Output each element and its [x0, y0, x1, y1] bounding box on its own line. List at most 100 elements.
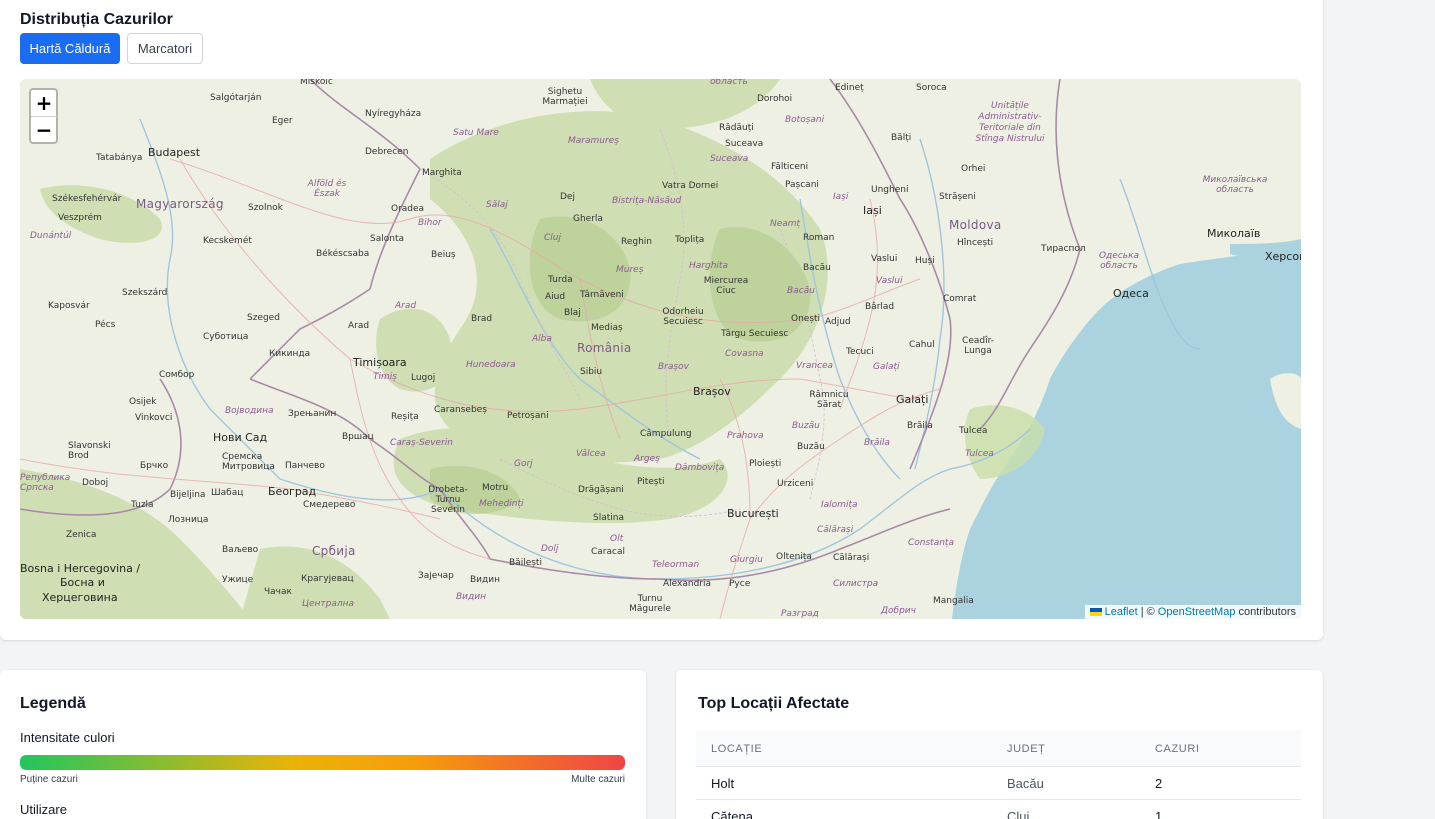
map-label-vojvodina: Војводина [225, 406, 274, 416]
map-base-layer [20, 79, 1301, 619]
map-label-radauti: Rădăuți [719, 123, 754, 133]
map-label-vidin: Видин [470, 575, 500, 585]
heatmap-tab-button[interactable]: Hartă Căldură [20, 33, 120, 64]
map-label-botosani: Botoșani [785, 115, 825, 125]
map-label-mehedinti: Mehedinți [479, 499, 524, 509]
map-label-bihor: Bihor [418, 218, 442, 228]
map-label-miercurea: Miercurea Ciuc [703, 276, 749, 296]
map-label-odorheiu: Odorheiu Secuiesc [662, 307, 704, 327]
map-label-srbija: Србија [312, 544, 356, 558]
map-label-motru: Motru [482, 483, 509, 493]
map-label-oradea: Oradea [391, 204, 425, 214]
map-label-pancevo: Панчево [285, 461, 325, 471]
map-label-bacau: Bacău [803, 263, 831, 273]
map-label-teleorman: Teleorman [652, 560, 700, 570]
map-label-dolj: Dolj [541, 544, 559, 554]
attribution-separator: | © [1140, 606, 1155, 618]
map-label-mangalia: Mangalia [933, 596, 974, 606]
map-label-braila-county: Brăila [864, 438, 890, 448]
map-label-ploiesti: Ploiești [749, 459, 782, 469]
map-label-falticeni: Fălticeni [771, 162, 809, 172]
gradient-min-label: Puține cazuri [20, 774, 78, 785]
zoom-in-button[interactable]: + [31, 90, 57, 116]
map-label-adjud: Adjud [825, 317, 851, 327]
openstreetmap-link[interactable]: OpenStreetMap [1158, 606, 1236, 618]
map-label-loznica: Лозница [168, 515, 209, 525]
markers-tab-button[interactable]: Marcatori [127, 33, 203, 64]
map-label-olt: Olt [610, 534, 624, 544]
map-label-soroca: Soroca [916, 83, 947, 93]
map-label-brasov: Brașov [693, 385, 731, 398]
map-label-suceava-county: Suceava [710, 154, 749, 164]
header-cases: CAZURI [1155, 743, 1200, 755]
map-label-brcko: Брчко [140, 461, 169, 471]
map-label-ramnicusarat: Râmnicu Sărat [809, 390, 849, 410]
map-label-dobrich: Добрич [881, 606, 916, 616]
map-label-bijeljina: Bijeljina [170, 490, 206, 500]
map-label-oltenita: Oltenița [776, 552, 812, 562]
map-label-tuzla: Tuzla [131, 500, 154, 510]
map-view[interactable]: Miskolc Salgótarján Eger Nyíregyháza Bud… [20, 79, 1301, 619]
map-label-arges: Argeș [634, 454, 660, 464]
map-label-szolnok: Szolnok [248, 203, 283, 213]
map-label-razgrad: Разград [781, 609, 819, 619]
map-label-harghita: Harghita [689, 261, 728, 271]
zoom-out-button[interactable]: − [31, 116, 57, 142]
map-label-bosna: Bosna i Hercegovina / [20, 562, 141, 575]
map-label-kaposvar: Kaposvár [48, 301, 90, 311]
map-label-campulung: Câmpulung [640, 429, 692, 439]
map-label-comrat: Comrat [943, 294, 977, 304]
table-row[interactable]: Holt Bacău 2 [696, 767, 1301, 800]
map-label-dambovita: Dâmbovița [675, 463, 725, 473]
top-locations-table: LOCAȚIE JUDEȚ CAZURI Holt Bacău 2 Cățena… [696, 730, 1301, 819]
map-label-urziceni: Urziceni [777, 479, 814, 489]
map-label-bekescsaba: Békéscsaba [316, 249, 370, 259]
map-label-iasi-county: Iași [833, 192, 849, 202]
ukraine-flag-icon [1089, 608, 1102, 617]
map-label-iasi: Iași [863, 204, 882, 217]
map-label-sabac: Шабац [211, 488, 244, 498]
map-label-uzice: Ужице [222, 575, 254, 585]
table-header: LOCAȚIE JUDEȚ CAZURI [696, 730, 1301, 767]
map-label-kragujevac: Крагујевац [301, 574, 354, 584]
map-label-tatabanya: Tatabánya [96, 153, 143, 163]
map-label-gorj: Gorj [514, 459, 533, 469]
map-label-sibiu: Sibiu [580, 367, 603, 377]
map-label-subotica: Суботица [203, 332, 249, 342]
map-label-zrenjanin: Зрењанин [288, 409, 337, 419]
map-label-turda: Turda [548, 275, 573, 285]
map-label-vaslui-county: Vaslui [876, 276, 903, 286]
map-label-alba: Alba [532, 334, 552, 344]
map-label-straseni: Strășeni [939, 192, 976, 202]
map-label-reghin: Reghin [621, 237, 653, 247]
map-label-moldova: Moldova [949, 218, 1002, 232]
map-label-onesti: Onești [791, 314, 821, 324]
map-label-arad-county: Arad [395, 301, 417, 311]
map-label-arad: Arad [348, 321, 370, 331]
leaflet-link[interactable]: Leaflet [1105, 606, 1138, 618]
map-label-targusecuiesc: Târgu Secuiesc [721, 329, 789, 339]
map-label-odesa: Одеса [1113, 287, 1149, 300]
map-label-szekesfehervar: Székesfehérvár [52, 194, 122, 204]
map-label-dragasani: Drăgășani [578, 485, 624, 495]
usage-label: Utilizare [20, 802, 67, 817]
map-label-kherson: Херсон [1265, 250, 1301, 263]
map-label-brad: Brad [471, 314, 493, 324]
map-label-carasseverin: Caraș-Severin [390, 438, 453, 448]
map-label-bistrita: Bistrița-Năsăud [612, 196, 682, 206]
map-label-resita: Reșița [391, 412, 419, 422]
map-label-slatina: Slatina [593, 513, 624, 523]
map-label-kecskemet: Kecskemét [203, 236, 252, 246]
map-label-bosna3: Херцеговина [42, 591, 118, 604]
map-label-debrecen: Debrecen [365, 147, 409, 157]
cell-county: Cluj [1007, 809, 1030, 819]
table-row[interactable]: Cățena Cluj 1 [696, 800, 1301, 819]
map-label-salgotarjan: Salgótarján [210, 93, 262, 103]
map-label-buzau-county: Buzău [792, 421, 820, 431]
map-label-lugoj: Lugoj [411, 373, 436, 383]
map-label-valcea: Vâlcea [576, 449, 606, 459]
map-label-mures: Mureș [616, 265, 644, 275]
legend-title: Legendă [20, 695, 86, 712]
map-label-prahova: Prahova [727, 431, 764, 441]
map-label-neamt: Neamț [770, 219, 801, 229]
